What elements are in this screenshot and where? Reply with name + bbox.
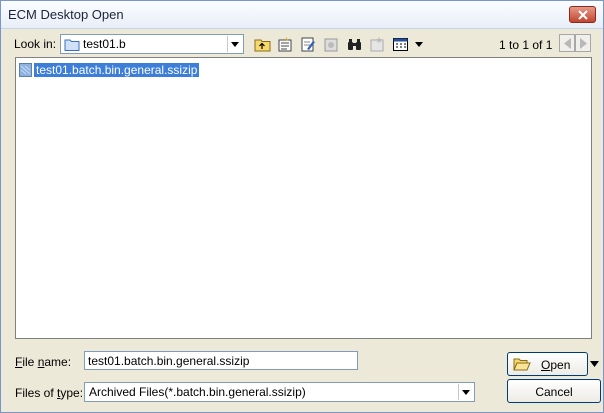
file-list[interactable]: test01.batch.bin.general.ssizip <box>15 57 592 339</box>
lookin-combo[interactable]: test01.b <box>60 34 244 54</box>
chevron-down-icon <box>590 361 599 367</box>
view-menu-icon[interactable] <box>392 36 409 53</box>
next-page-icon <box>580 38 587 49</box>
open-button[interactable]: Open <box>507 352 588 376</box>
lookin-label: Look in: <box>14 37 57 51</box>
favorites-icon[interactable] <box>369 36 386 53</box>
cancel-button[interactable]: Cancel <box>507 379 601 403</box>
filetype-value: Archived Files(*.batch.bin.general.ssizi… <box>89 385 306 399</box>
filename-input[interactable]: test01.batch.bin.general.ssizip <box>84 351 358 370</box>
prev-page-icon <box>564 38 571 49</box>
edit-icon[interactable] <box>300 36 317 53</box>
lookin-dropdown-button[interactable] <box>227 36 242 52</box>
file-name: test01.batch.bin.general.ssizip <box>34 63 200 77</box>
lookin-value: test01.b <box>83 37 126 51</box>
find-icon[interactable] <box>346 36 363 53</box>
filename-label: File name: <box>15 355 72 369</box>
window-title: ECM Desktop Open <box>8 7 124 22</box>
checkin-icon[interactable] <box>323 36 340 53</box>
file-icon <box>19 63 32 77</box>
view-dropdown-arrow[interactable] <box>414 41 424 48</box>
prev-page-button[interactable] <box>559 34 575 52</box>
next-page-button[interactable] <box>575 34 591 52</box>
properties-icon[interactable] <box>277 36 294 53</box>
folder-icon <box>64 39 80 51</box>
filename-value: test01.batch.bin.general.ssizip <box>88 354 250 368</box>
open-menu-button[interactable] <box>588 352 601 376</box>
filetype-label: Files of type: <box>15 386 84 400</box>
open-label: Open <box>541 358 571 372</box>
open-folder-icon <box>513 358 531 371</box>
close-icon <box>578 10 588 20</box>
dialog-window: ECM Desktop Open Look in: test01.b 1 to … <box>0 0 604 413</box>
up-folder-icon[interactable] <box>254 36 271 53</box>
title-bar[interactable]: ECM Desktop Open <box>1 1 603 29</box>
filetype-dropdown-button[interactable] <box>458 384 473 400</box>
close-button[interactable] <box>569 6 596 23</box>
page-info: 1 to 1 of 1 <box>499 38 553 52</box>
filetype-combo[interactable]: Archived Files(*.batch.bin.general.ssizi… <box>84 382 475 402</box>
cancel-label: Cancel <box>535 385 573 399</box>
